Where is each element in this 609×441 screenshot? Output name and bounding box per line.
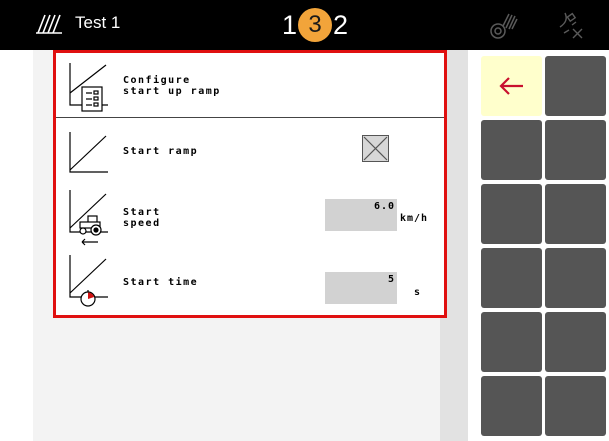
softkey-4-left[interactable] <box>481 248 542 308</box>
top-bar: Test 1 1 3 2 <box>0 0 609 50</box>
softkey-5-right[interactable] <box>545 312 606 372</box>
start-speed-row: Start speed 6.0 km/h <box>56 184 444 250</box>
ramp-config-icon <box>69 63 108 112</box>
softkey-4-right[interactable] <box>545 248 606 308</box>
softkey-5-left[interactable] <box>481 312 542 372</box>
section-control-icon <box>490 13 518 39</box>
start-time-unit: s <box>414 287 422 298</box>
tractor-icon <box>69 190 108 246</box>
start-time-row: Start time 5 s <box>56 250 444 316</box>
start-time-value: 5 <box>387 274 395 285</box>
job-title: Test 1 <box>75 13 121 32</box>
step-right: 2 <box>333 9 349 40</box>
start-speed-value: 6.0 <box>373 201 395 212</box>
softkey-6-left[interactable] <box>481 376 542 436</box>
header-label: Configure start up ramp <box>123 75 221 97</box>
softkey-1-right[interactable] <box>545 56 606 116</box>
checkbox-cross-icon <box>363 136 388 161</box>
back-button[interactable] <box>481 56 542 116</box>
back-arrow-icon <box>499 77 523 95</box>
softkey-3-right[interactable] <box>545 184 606 244</box>
softkey-6-right[interactable] <box>545 376 606 436</box>
machine-icon <box>36 14 62 34</box>
start-speed-input[interactable]: 6.0 <box>325 199 397 231</box>
start-time-input[interactable]: 5 <box>325 272 397 304</box>
ramp-icon <box>69 132 108 173</box>
start-ramp-panel: Configure start up ramp Start ramp Start… <box>53 50 447 318</box>
start-speed-label: Start speed <box>123 207 161 229</box>
step-indicator: 1 3 2 <box>282 6 348 44</box>
gps-icon <box>559 12 583 39</box>
start-time-label: Start time <box>123 277 199 288</box>
header-row: Configure start up ramp <box>56 53 444 117</box>
step-badge: 3 <box>298 8 333 42</box>
start-ramp-checkbox[interactable] <box>362 135 389 162</box>
start-ramp-label: Start ramp <box>123 146 199 157</box>
start-speed-unit: km/h <box>400 213 429 224</box>
softkey-3-left[interactable] <box>481 184 542 244</box>
left-gutter <box>0 50 33 441</box>
start-ramp-row[interactable]: Start ramp <box>56 118 444 184</box>
step-left: 1 <box>282 9 298 40</box>
softkey-2-right[interactable] <box>545 120 606 180</box>
softkey-2-left[interactable] <box>481 120 542 180</box>
timer-icon <box>69 255 108 307</box>
